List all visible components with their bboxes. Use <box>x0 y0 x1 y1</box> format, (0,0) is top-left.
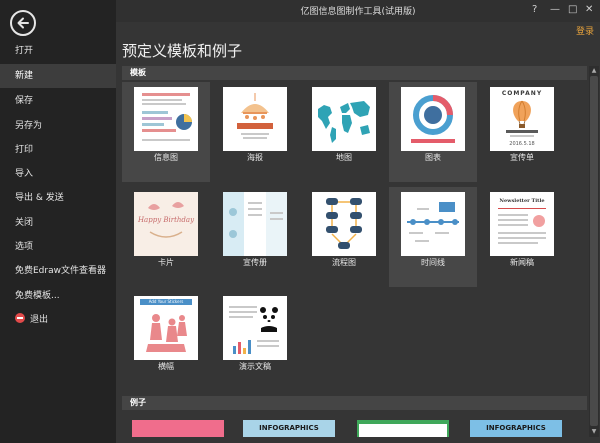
template-banner[interactable]: Add Your Stickers 横幅 <box>122 291 210 391</box>
template-label: 流程图 <box>332 258 356 267</box>
menu-open[interactable]: 打开 <box>0 39 116 63</box>
arrow-left-icon <box>17 17 29 29</box>
card-script-text: Happy Birthday <box>137 216 195 224</box>
template-label: 地图 <box>336 153 352 162</box>
exit-icon <box>15 313 25 323</box>
window-title: 亿图信息图制作工具(试用版) <box>300 7 416 17</box>
menu-options[interactable]: 选项 <box>0 235 116 259</box>
chart-thumb <box>401 87 465 151</box>
vertical-scrollbar[interactable]: ▲ ▼ <box>589 66 599 437</box>
template-presentation[interactable]: 演示文稿 <box>211 291 299 391</box>
examples-section-header: 例子 <box>122 396 587 410</box>
press-release-thumb: Newsletter Title <box>490 192 554 256</box>
help-button[interactable]: ? <box>532 3 537 17</box>
title-bar: 亿图信息图制作工具(试用版) ? — □ ✕ <box>116 0 600 22</box>
example-card[interactable] <box>132 420 224 437</box>
example-card[interactable]: INFOGRAPHICS <box>243 420 335 437</box>
infographic-thumb <box>134 87 198 151</box>
menu-import[interactable]: 导入 <box>0 162 116 186</box>
template-infographic[interactable]: 信息图 <box>122 82 210 182</box>
poster-thumb <box>223 87 287 151</box>
menu-new[interactable]: 新建 <box>0 64 116 88</box>
sidebar: 打开 新建 保存 另存为 打印 导入 导出 & 发送 关闭 选项 免费Edraw… <box>0 0 116 443</box>
template-label: 卡片 <box>158 258 174 267</box>
banner-thumb: Add Your Stickers <box>134 296 198 360</box>
template-label: 宣传册 <box>243 258 267 267</box>
example-card[interactable] <box>357 420 449 437</box>
example-card[interactable]: INFOGRAPHICS <box>470 420 562 437</box>
flyer-date-text: 2016.5.18 <box>509 141 535 147</box>
template-poster[interactable]: 海报 <box>211 82 299 182</box>
menu-export-send[interactable]: 导出 & 发送 <box>0 186 116 210</box>
template-label: 海报 <box>247 153 263 162</box>
templates-section-header: 模板 <box>122 66 587 80</box>
timeline-thumb <box>401 192 465 256</box>
card-thumb: Happy Birthday <box>134 192 198 256</box>
login-link[interactable]: 登录 <box>576 24 594 37</box>
menu-free-viewer[interactable]: 免费Edraw文件查看器 <box>0 259 116 283</box>
scroll-up-icon[interactable]: ▲ <box>589 66 599 76</box>
template-flowchart[interactable]: 流程图 <box>300 187 388 287</box>
menu-exit[interactable]: 退出 <box>0 308 116 332</box>
back-button[interactable] <box>10 10 36 36</box>
brochure-thumb <box>223 192 287 256</box>
template-label: 演示文稿 <box>239 362 271 371</box>
scroll-down-icon[interactable]: ▼ <box>589 427 599 437</box>
page-title: 预定义模板和例子 <box>122 42 243 60</box>
template-card[interactable]: Happy Birthday 卡片 <box>122 187 210 287</box>
presentation-thumb <box>223 296 287 360</box>
template-flyer[interactable]: COMPANY 2016.5.18 宣传单 <box>478 82 566 182</box>
minimize-button[interactable]: — <box>550 3 560 17</box>
template-label: 宣传单 <box>510 153 534 162</box>
template-chart[interactable]: 图表 <box>389 82 477 182</box>
menu-close[interactable]: 关闭 <box>0 211 116 235</box>
template-press-release[interactable]: Newsletter Title 新闻稿 <box>478 187 566 287</box>
menu-print[interactable]: 打印 <box>0 138 116 162</box>
template-map[interactable]: 地图 <box>300 82 388 182</box>
menu-save-as[interactable]: 另存为 <box>0 114 116 138</box>
scrollbar-thumb[interactable] <box>590 76 598 426</box>
template-label: 时间线 <box>421 258 445 267</box>
flyer-thumb: COMPANY 2016.5.18 <box>490 87 554 151</box>
template-label: 图表 <box>425 153 441 162</box>
template-label: 信息图 <box>154 153 178 162</box>
app-window: 打开 新建 保存 另存为 打印 导入 导出 & 发送 关闭 选项 免费Edraw… <box>0 0 600 443</box>
map-thumb <box>312 87 376 151</box>
template-label: 新闻稿 <box>510 258 534 267</box>
flowchart-thumb <box>312 192 376 256</box>
maximize-button[interactable]: □ <box>568 3 577 17</box>
menu-save[interactable]: 保存 <box>0 89 116 113</box>
menu-free-templates[interactable]: 免费模板... <box>0 284 116 308</box>
template-timeline[interactable]: 时间线 <box>389 187 477 287</box>
close-button[interactable]: ✕ <box>585 3 593 17</box>
template-brochure[interactable]: 宣传册 <box>211 187 299 287</box>
template-label: 横幅 <box>158 362 174 371</box>
